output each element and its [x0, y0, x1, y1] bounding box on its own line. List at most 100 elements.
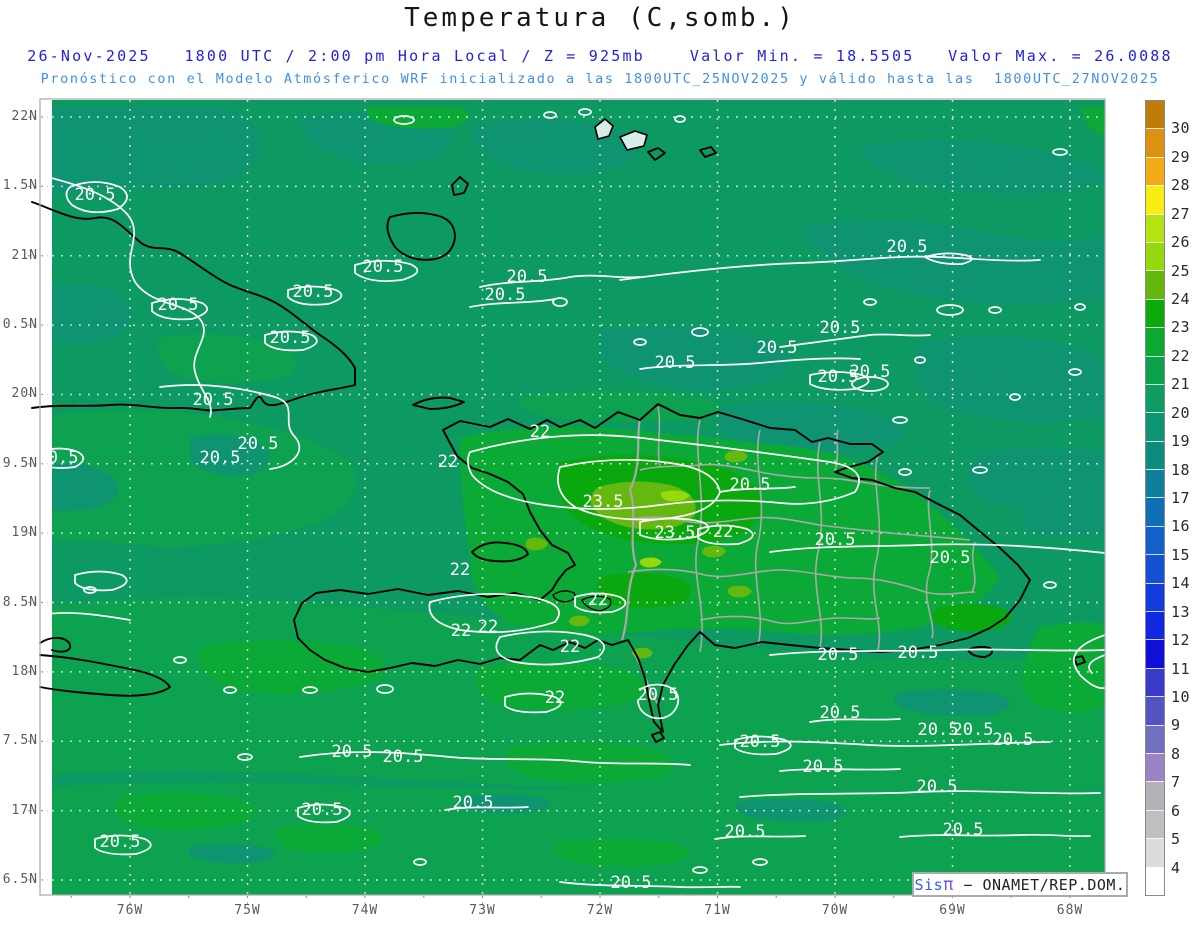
colorbar-cell: [1146, 611, 1164, 640]
contour-label: 20.5: [820, 703, 861, 723]
lon-label: 75W: [234, 903, 261, 918]
lat-label: 22N: [11, 109, 38, 124]
lon-label: 73W: [469, 903, 496, 918]
contour-label: 20.5: [293, 282, 334, 302]
contour-label: 20.5: [158, 295, 199, 315]
lon-label: 70W: [821, 903, 849, 918]
colorbar-label: 23: [1171, 318, 1191, 337]
lat-label: 1.5N: [2, 178, 38, 194]
weather-map-page: Temperatura (C,somb.) 26-Nov-2025 1800 U…: [0, 0, 1200, 927]
colorbar-label: 7: [1171, 773, 1181, 792]
colorbar-cell: [1146, 213, 1164, 242]
contour-label: 20.5: [302, 800, 343, 820]
colorbar-cell: [1146, 440, 1164, 470]
contour-label: 20.5: [943, 820, 984, 840]
contour-label: 22: [560, 637, 580, 657]
lat-label: 21N: [11, 247, 38, 263]
contour-label: 20.5: [730, 475, 771, 495]
lat-label: 0.5N: [2, 317, 38, 333]
map-svg: 20.5 20.5 20.5 20.5 20.5 20.5 20.5 20.5 20.5 20.5…: [28, 98, 1106, 904]
colorbar-label: 14: [1171, 574, 1191, 593]
colorbar-label: 12: [1171, 631, 1191, 650]
contour-label: 20.5: [820, 318, 861, 338]
colorbar-cell: [1146, 327, 1164, 356]
contour-label: 20.5: [818, 367, 859, 387]
contour-label: 20.5: [363, 257, 404, 277]
colorbar-label: 24: [1171, 290, 1191, 308]
colorbar-label: 20: [1171, 403, 1191, 422]
contour-label: 20.5: [725, 822, 766, 842]
contour-label: 20.5: [930, 548, 971, 568]
contour-label: 23.5: [583, 492, 624, 512]
lon-label: 74W: [351, 903, 379, 918]
contour-label: 20.5: [485, 285, 526, 305]
contour-label: 20.5: [815, 530, 856, 550]
colorbar-label: 19: [1171, 432, 1191, 451]
colorbar-label: 9: [1171, 716, 1181, 735]
contour-label: 20.5: [917, 777, 958, 797]
contour-label: 20.5: [193, 390, 234, 410]
colorbar-label: 4: [1171, 858, 1181, 877]
colorbar-label: 30: [1171, 119, 1191, 138]
contour-label: 20.5: [38, 448, 79, 468]
colorbar-label: 28: [1171, 176, 1191, 195]
lon-label: 76W: [116, 903, 144, 918]
colorbar-cell: [1146, 809, 1164, 839]
contour-label: 20.5: [740, 732, 781, 752]
contour-label: 20.5: [453, 793, 494, 813]
colorbar-label: 10: [1171, 688, 1191, 706]
lat-label: 7.5N: [2, 733, 38, 749]
contour-label: 20.5: [887, 237, 928, 257]
colorbar-cell: [1146, 866, 1164, 895]
colorbar-cell: [1146, 128, 1164, 157]
temperature-shading: [52, 100, 1105, 895]
lat-label: 18N: [11, 663, 38, 679]
lat-label: 9.5N: [2, 455, 38, 471]
colorbar-label: 13: [1171, 602, 1191, 621]
colorbar-cell: [1146, 639, 1164, 668]
colorbar: [1145, 100, 1165, 896]
contour-label: 20.5: [803, 757, 844, 777]
colorbar-cell: [1146, 355, 1164, 384]
contour-label: 20.5: [238, 434, 279, 454]
contour-label: 20.5: [898, 643, 939, 663]
colorbar-label: 16: [1171, 517, 1191, 536]
colorbar-cell: [1146, 412, 1164, 441]
colorbar-cell: [1146, 525, 1164, 555]
colorbar-cell: [1146, 752, 1164, 782]
colorbar-cell: [1146, 582, 1164, 612]
contour-label: 20.5: [507, 267, 548, 287]
contour-label: 22: [438, 452, 458, 472]
contour-label: 20.5: [993, 730, 1034, 750]
attribution-text: − ONAMET/REP.DOM.: [953, 875, 1126, 894]
contour-label: 22: [588, 590, 608, 610]
contour-label: 23.5: [655, 523, 696, 543]
colorbar-cell: [1146, 185, 1164, 214]
lon-label: 72W: [586, 903, 614, 918]
contour-label: 22: [530, 422, 550, 442]
colorbar-cell: [1146, 101, 1164, 129]
lon-label: 68W: [1056, 903, 1084, 918]
colorbar-cell: [1146, 241, 1164, 271]
colorbar-label: 5: [1171, 830, 1181, 849]
attribution-box: Sisπ − ONAMET/REP.DOM.: [912, 872, 1128, 897]
contour-label: 22: [478, 617, 498, 637]
colorbar-cell: [1146, 781, 1164, 810]
contour-label: 20.5: [953, 720, 994, 740]
colorbar-label: 6: [1171, 801, 1181, 820]
colorbar-cell: [1146, 838, 1164, 867]
contour-label: 22: [545, 688, 565, 708]
contour-label: 20.5: [100, 832, 141, 852]
colorbar-cell: [1146, 298, 1164, 328]
colorbar-label: 11: [1171, 659, 1191, 678]
lat-label: 6.5N: [2, 871, 38, 887]
colorbar-label: 25: [1171, 261, 1191, 280]
colorbar-label: 15: [1171, 545, 1191, 564]
contour-label: 22: [451, 621, 471, 641]
colorbar-cell: [1146, 469, 1164, 498]
lon-label: 69W: [939, 903, 966, 918]
colorbar-cell: [1146, 696, 1164, 725]
colorbar-cell: [1146, 724, 1164, 753]
contour-label: 20.5: [638, 685, 679, 705]
colorbar-label: 26: [1171, 233, 1191, 252]
